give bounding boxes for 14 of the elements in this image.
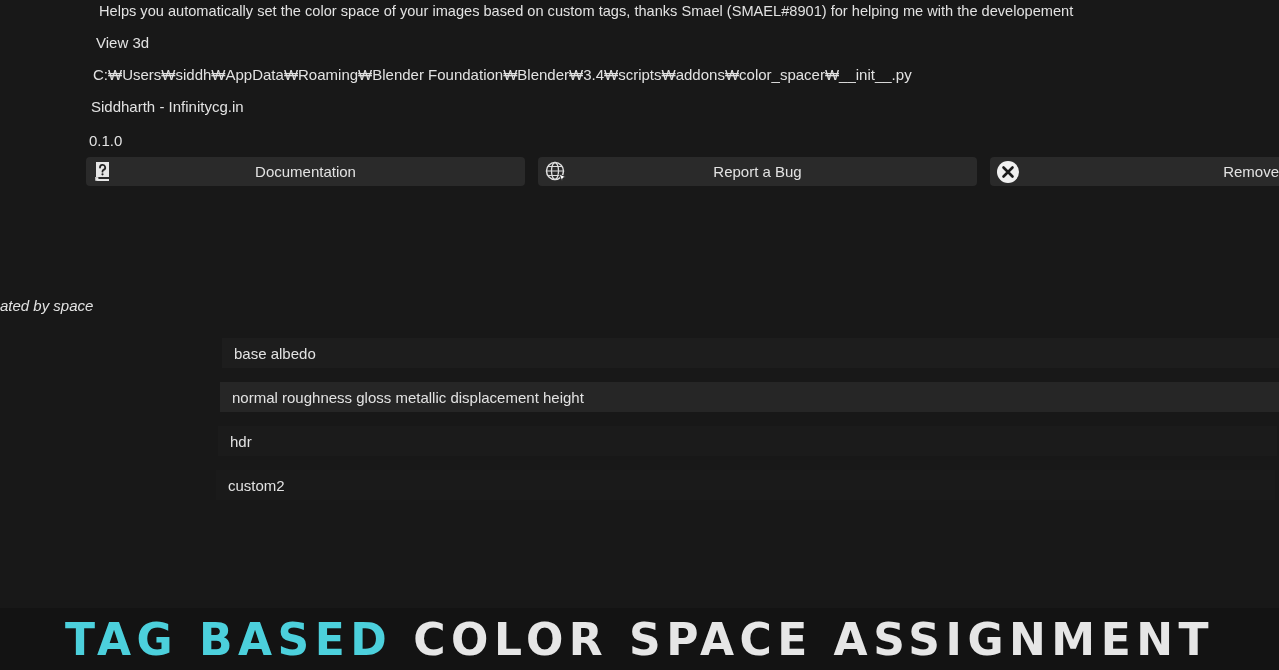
text-field[interactable]: normal roughness gloss metallic displacement height — [220, 382, 1279, 412]
section-label: ated by space — [0, 296, 95, 316]
text-field[interactable]: base albedo — [222, 338, 1279, 368]
documentation-button[interactable]: Documentation — [86, 157, 525, 186]
info-text: C:₩Users₩siddh₩AppData₩Roaming₩Blender Foundation₩Blender₩3.4₩scripts₩addons₩color_spacer₩__init__.py — [92, 65, 913, 85]
caption-title: TAG BASED COLOR SPACE ASSIGNMENT — [64, 613, 1215, 665]
info-text: Helps you automatically set the color space of your images based on custom tags, thanks Smael (SMAEL#8901) for helping me with the developement — [98, 2, 1075, 21]
report-bug-button[interactable]: Report a Bug — [538, 157, 977, 186]
close-icon — [996, 160, 1020, 184]
remove-button[interactable]: Remove — [990, 157, 1279, 186]
globe-icon — [544, 160, 568, 184]
info-text: Siddharth - Infinitycg.in — [90, 97, 245, 117]
info-text: 0.1.0 — [88, 131, 124, 151]
info-text: View 3d — [95, 33, 151, 53]
